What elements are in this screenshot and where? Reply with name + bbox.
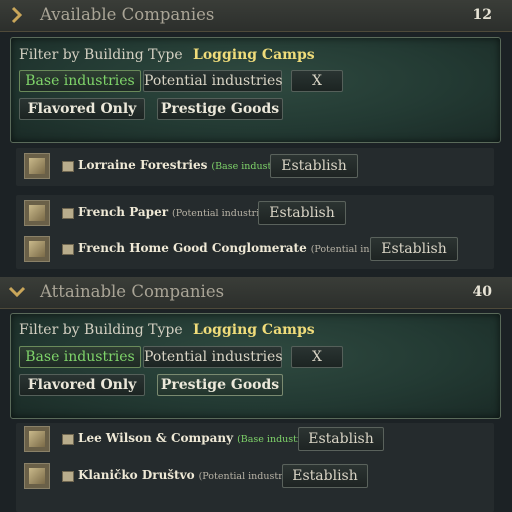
building-icon: [62, 208, 74, 219]
establish-button[interactable]: Establish: [258, 201, 346, 225]
company-row: Klaničko Društvo (Potential industries) E…: [16, 460, 494, 494]
potential-industries-button[interactable]: Potential industries: [143, 70, 283, 92]
chevron-right-icon[interactable]: [8, 6, 26, 24]
company-group: Lee Wilson & Company (Base industries) Es…: [16, 423, 494, 512]
flavored-only-button[interactable]: Flavored Only: [19, 374, 145, 396]
establish-button[interactable]: Establish: [282, 464, 368, 488]
filter-panel: Filter by Building Type Logging Camps Ba…: [10, 37, 501, 143]
company-emblem-icon: [24, 200, 50, 226]
base-industries-button[interactable]: Base industries: [19, 70, 141, 92]
company-count: 12: [472, 7, 492, 23]
filter-label: Filter by Building Type: [19, 322, 183, 338]
building-icon: [62, 434, 74, 445]
company-name: Lee Wilson & Company: [78, 431, 234, 445]
establish-button[interactable]: Establish: [298, 427, 384, 451]
company-emblem-icon: [24, 426, 50, 452]
company-name: French Paper: [78, 205, 169, 219]
attainable-companies-header[interactable]: Attainable Companies 40: [0, 277, 512, 309]
company-row: Lorraine Forestries (Base industries) Est…: [16, 150, 494, 184]
company-emblem-icon: [24, 236, 50, 262]
company-name: Klaničko Društvo: [78, 468, 195, 482]
clear-filter-button[interactable]: X: [291, 70, 343, 92]
chevron-down-icon[interactable]: [8, 283, 26, 301]
filter-label: Filter by Building Type: [19, 47, 183, 63]
filter-value[interactable]: Logging Camps: [193, 322, 315, 338]
section-title: Available Companies: [40, 5, 215, 24]
clear-filter-button[interactable]: X: [291, 346, 343, 368]
flavored-only-button[interactable]: Flavored Only: [19, 98, 145, 120]
building-icon: [62, 244, 74, 255]
company-name: French Home Good Conglomerate: [78, 241, 307, 255]
potential-industries-button[interactable]: Potential industries: [143, 346, 283, 368]
establish-button[interactable]: Establish: [270, 154, 358, 178]
filter-value[interactable]: Logging Camps: [193, 47, 315, 63]
company-emblem-icon: [24, 463, 50, 489]
company-row: French Paper (Potential industries) Estab…: [16, 197, 494, 231]
company-name: Lorraine Forestries: [78, 158, 208, 172]
company-group: Lorraine Forestries (Base industries) Est…: [16, 148, 494, 186]
company-row: French Home Good Conglomerate (Potential …: [16, 233, 494, 267]
prestige-goods-button[interactable]: Prestige Goods: [157, 374, 283, 396]
establish-button[interactable]: Establish: [370, 237, 458, 261]
filter-panel: Filter by Building Type Logging Camps Ba…: [10, 313, 501, 419]
building-icon: [62, 471, 74, 482]
company-row: Lee Wilson & Company (Base industries) Es…: [16, 423, 494, 457]
prestige-goods-button[interactable]: Prestige Goods: [157, 98, 283, 120]
company-count: 40: [472, 284, 492, 300]
available-companies-header[interactable]: Available Companies 12: [0, 0, 512, 32]
section-title: Attainable Companies: [40, 282, 225, 301]
base-industries-button[interactable]: Base industries: [19, 346, 141, 368]
company-group: French Paper (Potential industries) Estab…: [16, 195, 494, 269]
company-emblem-icon: [24, 153, 50, 179]
building-icon: [62, 161, 74, 172]
